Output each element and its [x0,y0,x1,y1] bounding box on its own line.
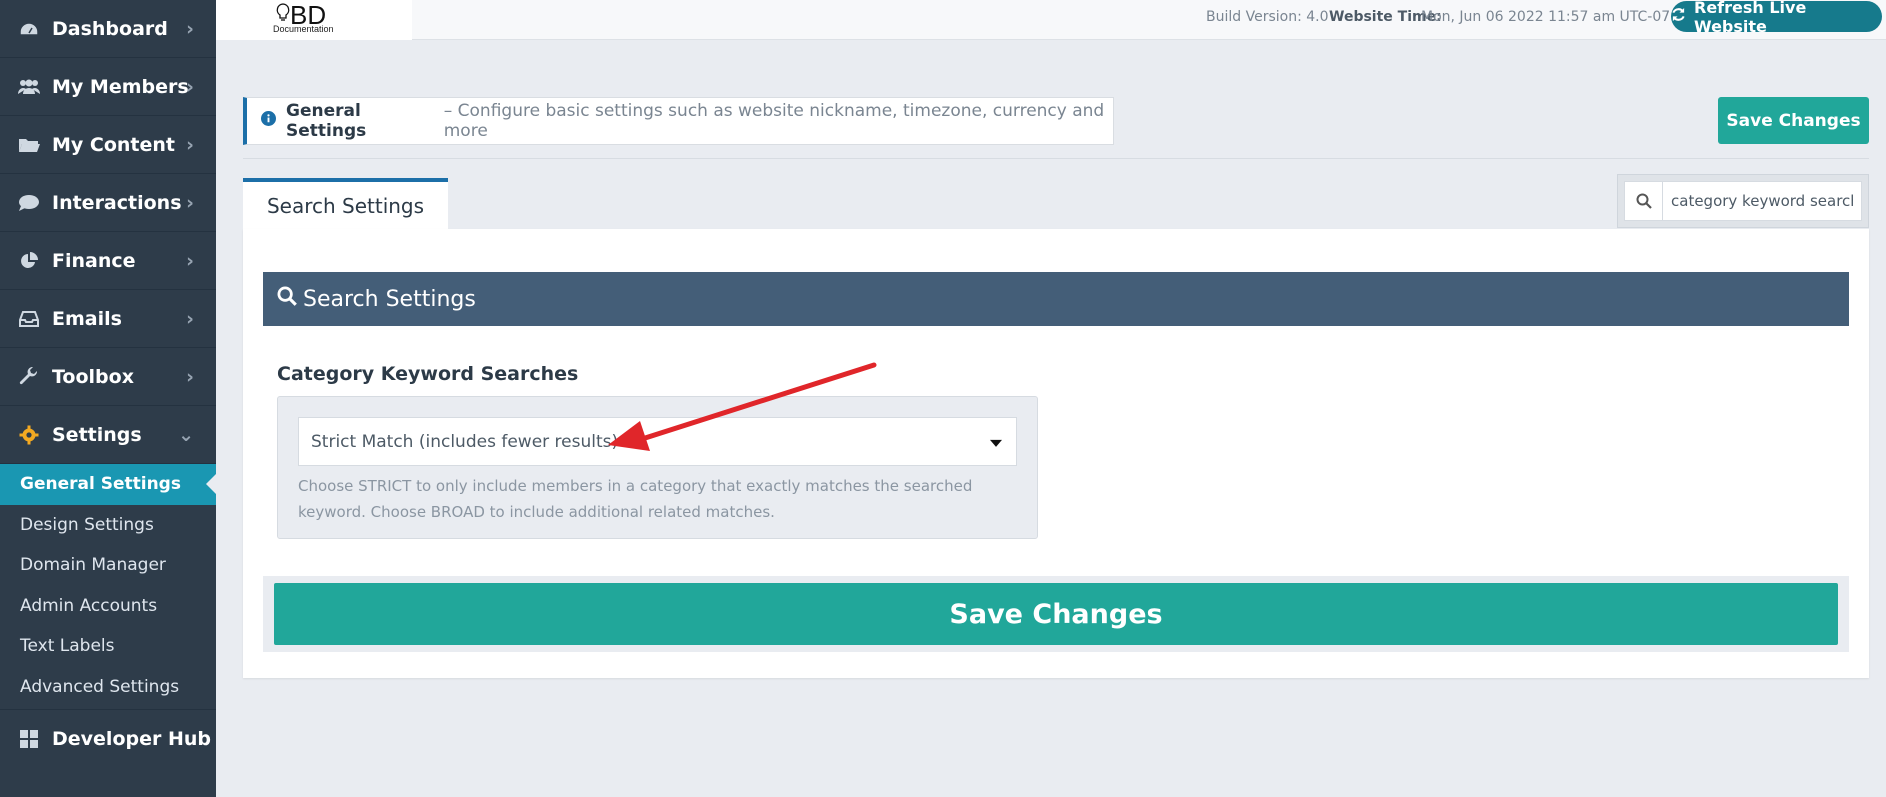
settings-search-box [1624,181,1862,221]
sidebar-item-label: Interactions [52,191,182,214]
sidebar-item-my-content[interactable]: My Content › [0,116,216,174]
sidebar-item-interactions[interactable]: Interactions › [0,174,216,232]
sidebar-item-settings[interactable]: Settings ⌄ [0,406,216,464]
chevron-right-icon: › [186,365,194,388]
chevron-right-icon: › [186,75,194,98]
sidebar-item-finance[interactable]: Finance › [0,232,216,290]
grid-icon [16,729,42,748]
website-time-value: Mon, Jun 06 2022 11:57 am UTC-07:00 [1421,9,1693,25]
sidebar-item-toolbox[interactable]: Toolbox › [0,348,216,406]
chevron-down-icon: ⌄ [178,423,194,446]
settings-search-input[interactable] [1663,192,1853,210]
sidebar-subitem-general-settings[interactable]: General Settings [0,464,216,505]
save-bar: Save Changes [263,576,1849,652]
sidebar-item-my-members[interactable]: My Members › [0,58,216,116]
chevron-right-icon: › [186,249,194,272]
search-icon [277,286,297,312]
sidebar-subitem-text-labels[interactable]: Text Labels [0,626,216,667]
inbox-icon [16,310,42,327]
help-text: Choose STRICT to only include members in… [298,477,973,521]
annotation-arrow-icon [608,362,877,451]
select-value: Strict Match (includes fewer results) [311,431,619,452]
sidebar-subitem-domain-manager[interactable]: Domain Manager [0,545,216,586]
sidebar-subitem-advanced-settings[interactable]: Advanced Settings [0,667,216,708]
sidebar: Dashboard › My Members › My Content › In… [0,0,216,797]
logo-subtitle: Documentation [273,24,334,34]
sidebar-item-label: My Members [52,75,189,98]
top-bar: BD Documentation Build Version: 4.0 Webs… [216,0,1886,40]
save-changes-button[interactable]: Save Changes [274,583,1838,645]
sidebar-item-dashboard[interactable]: Dashboard › [0,0,216,58]
sidebar-item-label: Dashboard [52,17,168,40]
page-description: – Configure basic settings such as websi… [443,101,1105,141]
caret-down-icon [990,439,1002,447]
sidebar-item-label: Finance [52,249,136,272]
refresh-label: Refresh Live Website [1694,0,1807,36]
users-icon [16,79,42,95]
section-header: Search Settings [263,272,1849,326]
dashboard-icon [16,21,42,37]
build-version: Build Version: 4.0 [1206,9,1329,25]
chevron-right-icon: › [186,191,194,214]
page-notice: General Settings – Configure basic setti… [243,97,1114,145]
sidebar-item-developer-hub[interactable]: Developer Hub [0,709,216,767]
sidebar-subitem-admin-accounts[interactable]: Admin Accounts [0,586,216,627]
sidebar-item-emails[interactable]: Emails › [0,290,216,348]
settings-panel: Search Settings Category Keyword Searche… [243,229,1869,678]
folder-icon [16,137,42,153]
tab-search-settings[interactable]: Search Settings [243,178,448,230]
sidebar-item-label: Toolbox [52,365,134,388]
pie-chart-icon [16,251,42,270]
chevron-right-icon: › [186,307,194,330]
sidebar-item-label: My Content [52,133,176,156]
sidebar-item-label: Developer Hub [52,727,211,750]
sidebar-item-label: Settings [52,423,142,446]
refresh-icon [1671,7,1686,26]
gear-icon [16,425,42,445]
chevron-right-icon: › [186,17,194,40]
search-icon [1625,182,1663,220]
sidebar-item-label: Emails [52,307,122,330]
page-title: General Settings [286,101,367,141]
settings-search [1617,174,1869,228]
wrench-icon [16,366,42,387]
section-header-title: Search Settings [303,286,476,312]
settings-submenu: General Settings Design Settings Domain … [0,464,216,707]
chevron-right-icon: › [186,133,194,156]
chat-icon [16,194,42,212]
refresh-live-website-button[interactable]: Refresh Live Website [1671,0,1882,36]
category-keyword-searches-label: Category Keyword Searches [277,363,579,385]
logo[interactable]: BD Documentation [216,0,412,40]
sidebar-subitem-design-settings[interactable]: Design Settings [0,505,216,546]
divider [243,158,1869,159]
save-changes-button-top[interactable]: Save Changes [1718,97,1869,144]
info-icon [261,111,276,131]
